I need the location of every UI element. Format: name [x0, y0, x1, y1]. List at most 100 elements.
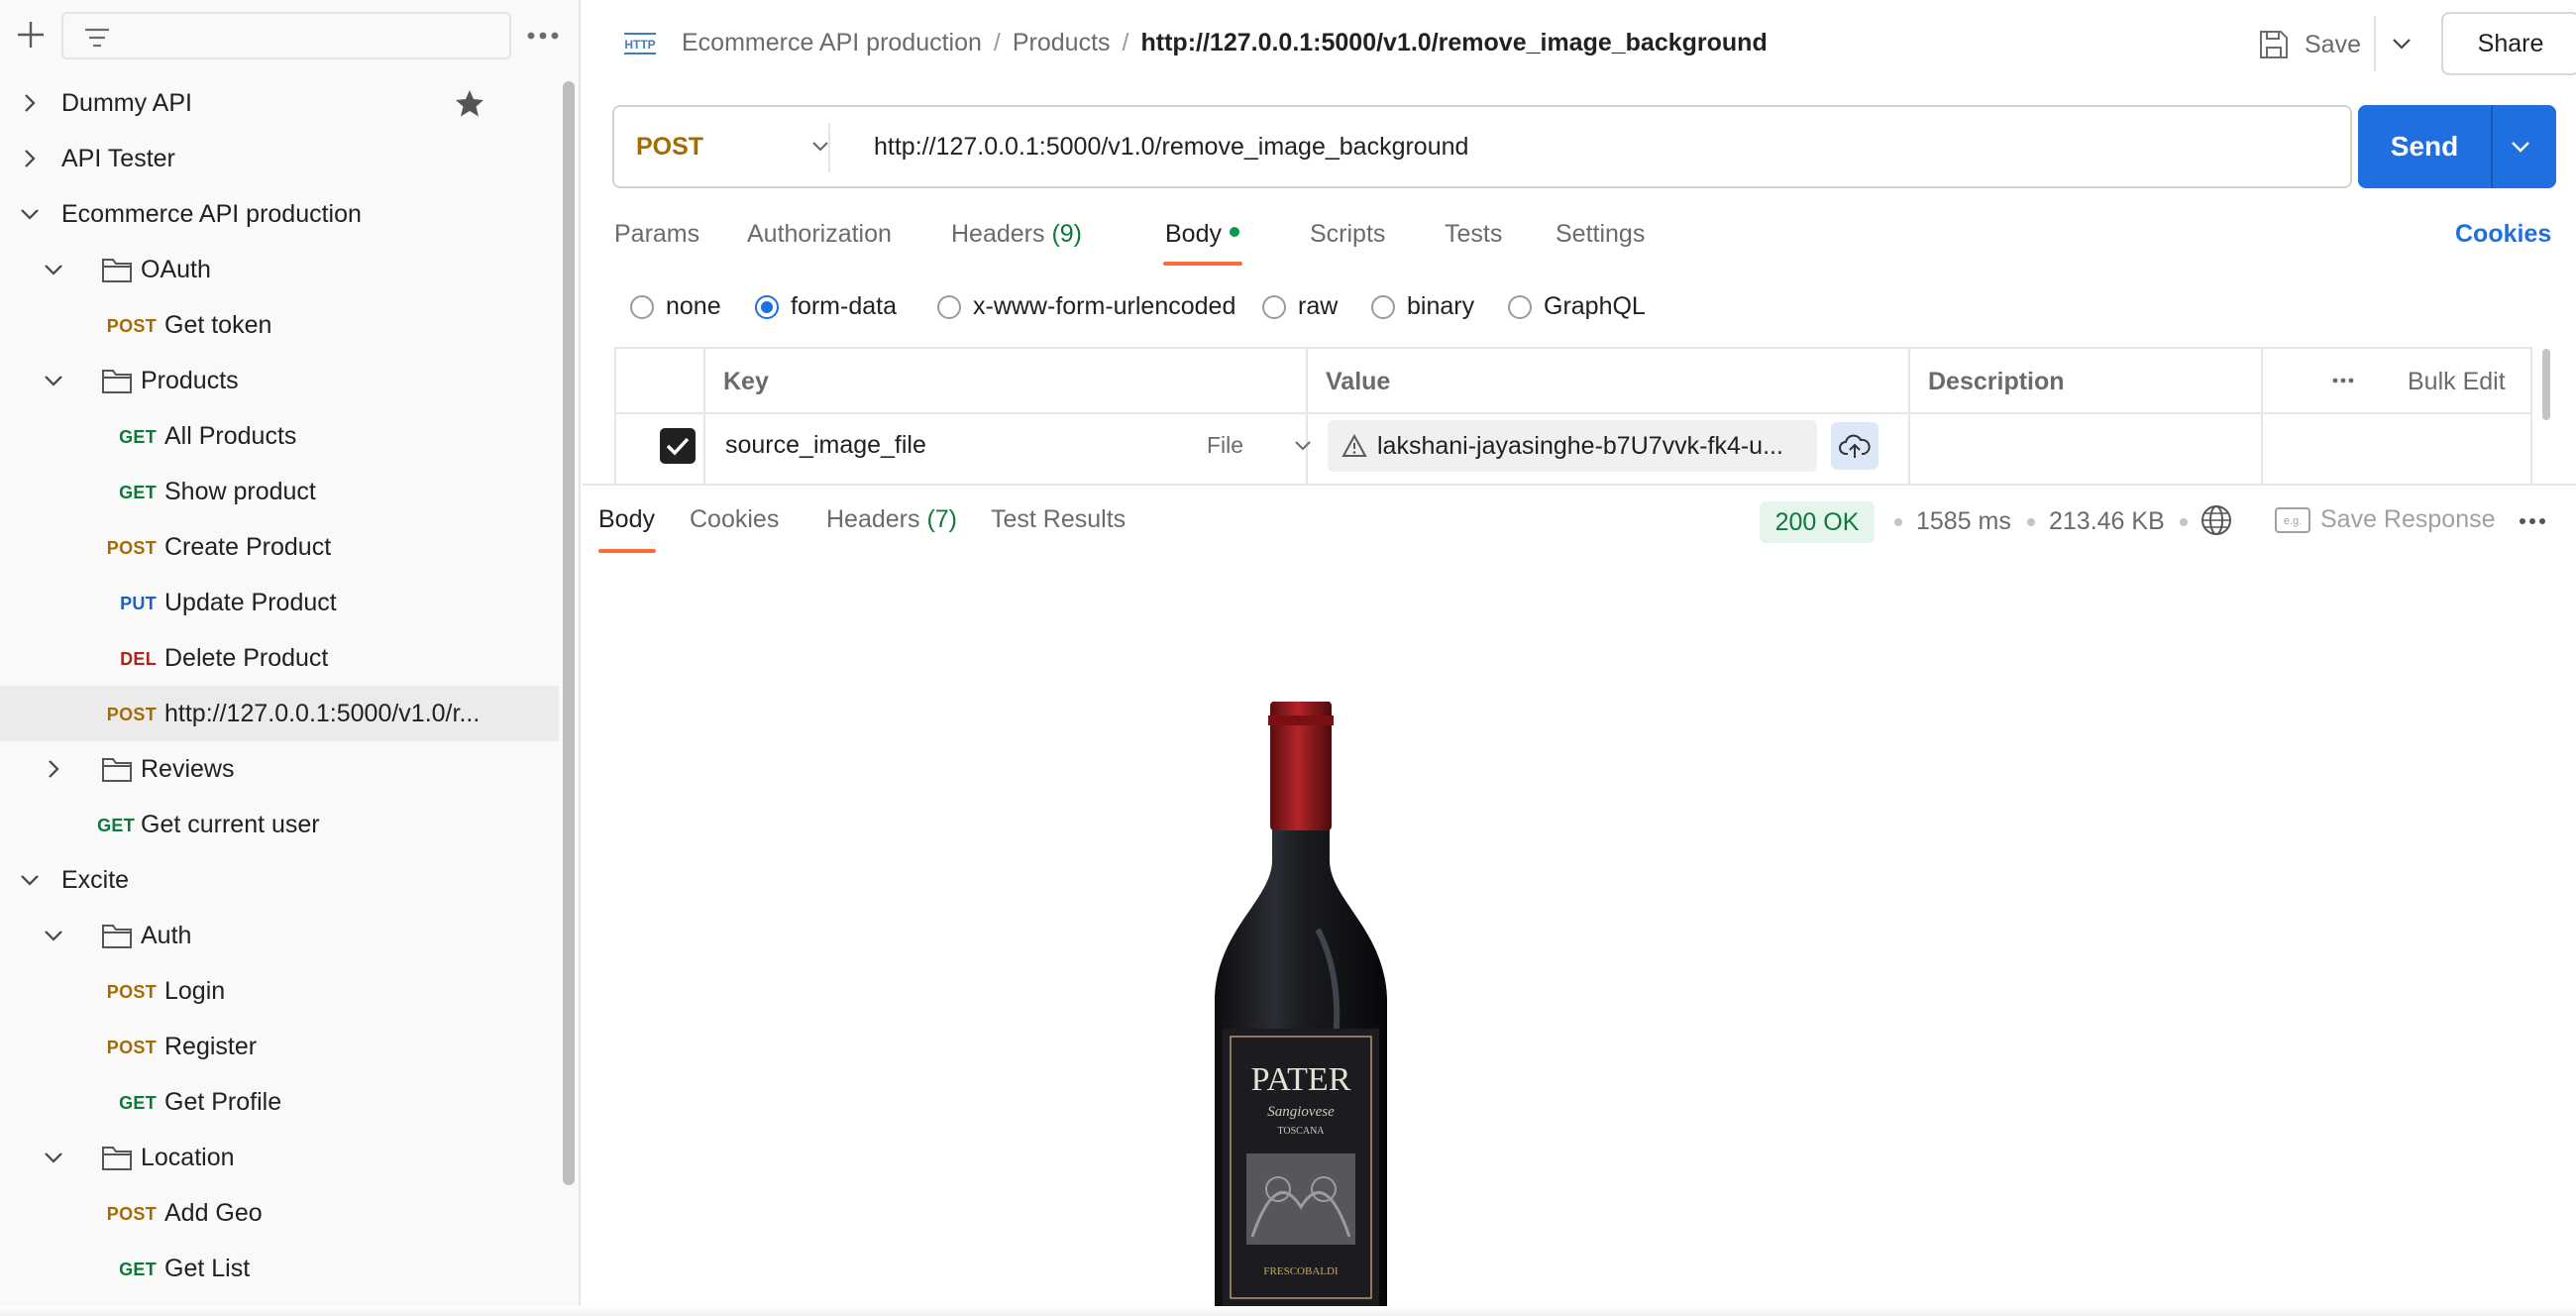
request-add-geo[interactable]: POST Add Geo [0, 1185, 559, 1241]
folder-icon [102, 370, 132, 393]
cookies-link[interactable]: Cookies [2455, 218, 2551, 250]
star-icon[interactable] [454, 87, 485, 119]
chevron-down-icon[interactable] [18, 868, 42, 892]
chevron-right-icon[interactable] [42, 757, 65, 781]
request-update-product[interactable]: PUT Update Product [0, 575, 559, 630]
chevron-right-icon[interactable] [18, 147, 42, 170]
chevron-down-icon[interactable] [42, 924, 65, 947]
globe-icon[interactable] [2200, 503, 2233, 537]
label-brand: PATER [1251, 1061, 1351, 1098]
response-size[interactable]: 213.46 KB [2049, 505, 2165, 537]
collection-dummy-api[interactable]: Dummy API [0, 75, 559, 131]
row-key[interactable]: source_image_file [725, 430, 926, 460]
folder-icon [102, 259, 132, 282]
breadcrumb-folder[interactable]: Products [1013, 29, 1111, 56]
chevron-down-icon[interactable] [2388, 30, 2415, 57]
folder-auth[interactable]: Auth [0, 908, 559, 963]
row-type-select[interactable]: File [1207, 430, 1243, 460]
chevron-down-icon[interactable] [42, 369, 65, 392]
more-options-icon[interactable] [2517, 511, 2548, 531]
radio-label: none [666, 292, 721, 320]
row-enabled-checkbox[interactable] [660, 428, 696, 464]
tab-settings[interactable]: Settings [1556, 218, 1645, 250]
file-chip[interactable]: lakshani-jayasinghe-b7U7vvk-fk4-u... [1328, 420, 1817, 472]
tab-headers[interactable]: Headers (9) [951, 218, 1082, 250]
tab-params[interactable]: Params [614, 218, 699, 250]
request-login[interactable]: POST Login [0, 963, 559, 1019]
request-label: Get current user [141, 811, 320, 838]
response-time[interactable]: 1585 ms [1916, 505, 2011, 537]
folder-label: Auth [141, 922, 192, 949]
sidebar-search-input[interactable] [61, 12, 511, 59]
sidebar-scrollbar[interactable] [563, 81, 575, 1185]
collection-label: API Tester [61, 145, 175, 172]
response-tab-test-results[interactable]: Test Results [991, 503, 1126, 535]
method-select[interactable]: POST [636, 131, 703, 163]
request-pane-scrollbar[interactable] [2542, 349, 2550, 420]
pane-divider[interactable] [583, 484, 2576, 486]
more-options-icon[interactable] [2328, 369, 2358, 392]
request-label: Get List [164, 1255, 251, 1282]
chevron-down-icon[interactable] [42, 1146, 65, 1169]
folder-reviews[interactable]: Reviews [0, 741, 559, 797]
breadcrumb-request[interactable]: http://127.0.0.1:5000/v1.0/remove_image_… [1141, 29, 1768, 56]
chevron-down-icon[interactable] [18, 202, 42, 226]
method-badge: PUT [120, 594, 157, 613]
collection-ecommerce-api[interactable]: Ecommerce API production [0, 186, 559, 242]
chevron-down-icon[interactable] [1290, 432, 1316, 458]
breadcrumb-separator: / [1122, 29, 1129, 56]
request-bar: POST http://127.0.0.1:5000/v1.0/remove_i… [612, 105, 2352, 188]
response-tab-headers[interactable]: Headers (7) [826, 503, 957, 535]
response-tab-headers-label: Headers [826, 505, 920, 533]
request-get-current-user[interactable]: GET Get current user [0, 797, 559, 852]
folder-products[interactable]: Products [0, 353, 559, 408]
response-tab-cookies[interactable]: Cookies [690, 503, 779, 535]
bulk-edit-link[interactable]: Bulk Edit [2408, 367, 2506, 396]
more-options-icon[interactable] [523, 20, 563, 52]
tab-headers-count: (9) [1051, 220, 1083, 248]
request-all-products[interactable]: GET All Products [0, 408, 559, 464]
request-get-list[interactable]: GET Get List [0, 1241, 559, 1296]
request-delete-product[interactable]: DEL Delete Product [0, 630, 559, 686]
status-badge[interactable]: 200 OK [1760, 501, 1875, 543]
folder-oauth[interactable]: OAuth [0, 242, 559, 297]
request-remove-image-background[interactable]: POST http://127.0.0.1:5000/v1.0/r... [0, 686, 559, 741]
column-header-value: Value [1326, 368, 1391, 395]
radio-circle-selected [755, 295, 779, 319]
request-create-product[interactable]: POST Create Product [0, 519, 559, 575]
tab-authorization[interactable]: Authorization [747, 218, 892, 250]
chevron-down-icon[interactable] [2507, 133, 2534, 161]
share-button[interactable]: Share [2441, 12, 2576, 75]
tab-headers-label: Headers [951, 220, 1045, 248]
collection-api-tester[interactable]: API Tester [0, 131, 559, 186]
plus-icon[interactable] [14, 18, 48, 52]
upload-cloud-button[interactable] [1831, 422, 1878, 470]
tab-body[interactable]: Body [1165, 218, 1239, 250]
request-label: Get Profile [164, 1088, 282, 1116]
sidebar: Dummy API API Tester Ecommerce API produ… [0, 0, 581, 1316]
method-badge: GET [97, 816, 135, 835]
checkmark-icon [666, 437, 690, 456]
response-tab-body[interactable]: Body [598, 503, 655, 535]
folder-label: Location [141, 1144, 235, 1171]
radio-label: form-data [791, 292, 897, 320]
request-register[interactable]: POST Register [0, 1019, 559, 1074]
separator-dot [2180, 518, 2188, 526]
folder-location[interactable]: Location [0, 1130, 559, 1185]
url-input[interactable]: http://127.0.0.1:5000/v1.0/remove_image_… [874, 131, 1468, 163]
chevron-right-icon[interactable] [18, 91, 42, 115]
folder-label: OAuth [141, 256, 211, 283]
tab-tests[interactable]: Tests [1445, 218, 1502, 250]
send-button[interactable]: Send [2358, 105, 2556, 188]
collection-excite[interactable]: Excite [0, 852, 559, 908]
save-response-button[interactable]: Save Response [2320, 503, 2496, 535]
request-label: Get token [164, 311, 272, 339]
method-badge: POST [106, 705, 157, 724]
tab-scripts[interactable]: Scripts [1310, 218, 1385, 250]
breadcrumb-collection[interactable]: Ecommerce API production [682, 29, 982, 56]
request-show-product[interactable]: GET Show product [0, 464, 559, 519]
chevron-down-icon[interactable] [42, 258, 65, 281]
send-label: Send [2390, 131, 2459, 162]
request-get-profile[interactable]: GET Get Profile [0, 1074, 559, 1130]
request-get-token[interactable]: POST Get token [0, 297, 559, 353]
